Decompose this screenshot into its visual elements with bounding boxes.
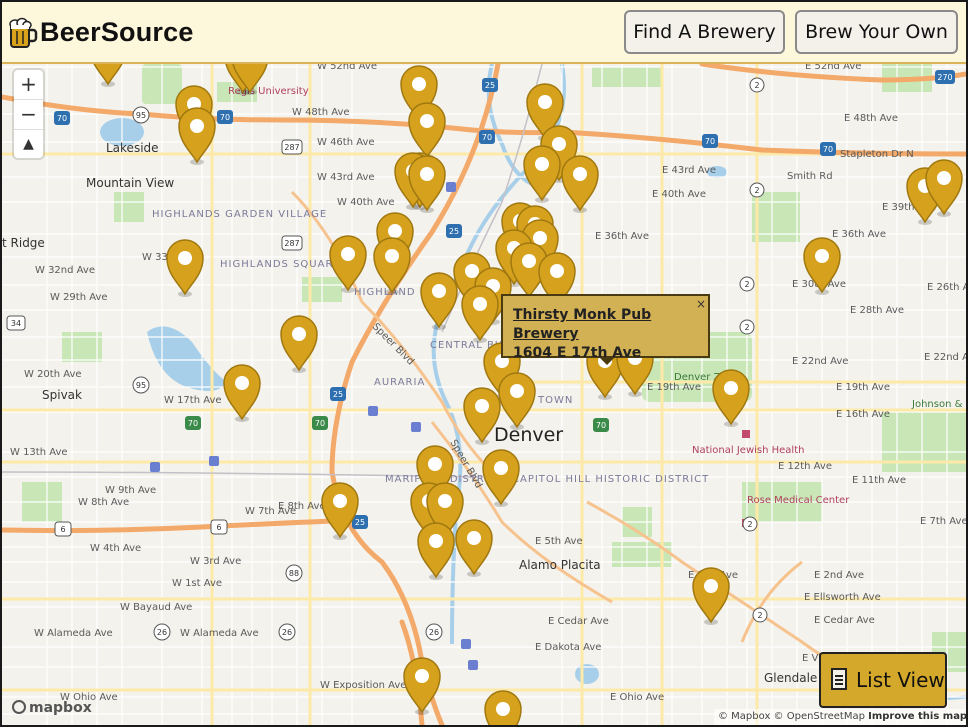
brewery-marker-pin-icon[interactable] — [463, 387, 501, 445]
list-view-button[interactable]: List View — [819, 652, 947, 708]
brewery-marker-pin-icon[interactable] — [321, 482, 359, 540]
popup-tip — [599, 357, 615, 365]
compass-icon[interactable]: ▲ — [14, 130, 43, 159]
close-icon[interactable]: × — [696, 298, 706, 310]
attribution-mapbox-link[interactable]: © Mapbox — [718, 711, 770, 722]
brand-name[interactable]: BeerSource — [40, 16, 194, 48]
map-attribution: © Mapbox © OpenStreetMap Improve this ma… — [714, 709, 966, 725]
brewery-marker-pin-icon[interactable] — [484, 690, 522, 725]
mapbox-ring-icon — [12, 700, 26, 714]
brew-your-own-button[interactable]: Brew Your Own — [795, 10, 958, 54]
brewery-marker-pin-icon[interactable] — [523, 145, 561, 203]
brewery-marker-pin-icon[interactable] — [461, 285, 499, 343]
brewery-marker-pin-icon[interactable] — [455, 519, 493, 577]
brewery-marker-pin-icon[interactable] — [166, 239, 204, 297]
brewery-popup: Thirsty Monk Pub Brewery 1604 E 17th Ave… — [501, 294, 710, 365]
brewery-markers — [90, 64, 963, 725]
zoom-in-button[interactable]: + — [14, 70, 43, 100]
list-view-label: List View — [856, 668, 945, 692]
brewery-marker-pin-icon[interactable] — [403, 657, 441, 715]
document-icon — [831, 668, 847, 690]
brewery-marker-pin-icon[interactable] — [178, 107, 216, 165]
header: BeerSource Find A Brewery Brew Your Own — [2, 2, 966, 64]
zoom-out-button[interactable]: − — [14, 100, 43, 130]
mapbox-logo[interactable]: mapbox — [12, 700, 92, 716]
improve-map-link[interactable]: Improve this map — [868, 711, 966, 722]
app-frame: BeerSource Find A Brewery Brew Your Own — [0, 0, 968, 727]
brewery-marker-pin-icon[interactable] — [420, 272, 458, 330]
brewery-marker-pin-icon[interactable] — [373, 237, 411, 295]
brewery-marker-pin-icon[interactable] — [482, 449, 520, 507]
brewery-marker-pin-icon[interactable] — [561, 155, 599, 213]
popup-brewery-name[interactable]: Thirsty Monk Pub Brewery — [513, 306, 708, 344]
brewery-marker-pin-icon[interactable] — [90, 64, 126, 87]
beer-mug-logo-icon — [9, 17, 38, 48]
brewery-marker-pin-icon[interactable] — [417, 522, 455, 580]
brewery-marker-pin-icon[interactable] — [223, 364, 261, 422]
find-brewery-button[interactable]: Find A Brewery — [624, 10, 785, 54]
attribution-osm-link[interactable]: © OpenStreetMap — [774, 711, 865, 722]
brewery-marker-pin-icon[interactable] — [498, 372, 536, 430]
zoom-controls: + − ▲ — [14, 70, 43, 158]
map-canvas[interactable]: 70 70 70 70 70 270 25 25 25 25 70 70 70 … — [2, 64, 966, 725]
brewery-marker-pin-icon[interactable] — [803, 237, 841, 295]
brewery-marker-pin-icon[interactable] — [329, 235, 367, 293]
brewery-marker-pin-icon[interactable] — [408, 102, 446, 160]
brewery-marker-pin-icon[interactable] — [280, 315, 318, 373]
brewery-marker-pin-icon[interactable] — [692, 567, 730, 625]
brewery-marker-pin-icon[interactable] — [712, 369, 750, 427]
